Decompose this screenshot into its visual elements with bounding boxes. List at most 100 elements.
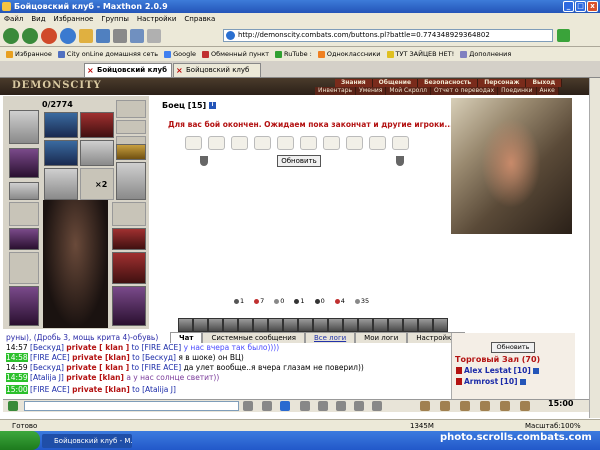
action-icon[interactable] <box>403 318 418 332</box>
action-icon[interactable] <box>343 318 358 332</box>
tool-icon[interactable] <box>318 401 328 411</box>
belt-slot[interactable] <box>9 228 39 250</box>
fav-item[interactable]: Избранное <box>6 50 52 58</box>
item-slot[interactable] <box>80 140 114 166</box>
address-bar[interactable]: http://demonscity.combats.com/buttons.pl… <box>223 29 553 42</box>
action-icon[interactable] <box>178 318 193 332</box>
tab-fightclub-2[interactable]: × Бойцовский клуб <box>173 63 261 77</box>
item-slot[interactable] <box>112 286 146 326</box>
fav-item[interactable]: Google <box>164 50 196 58</box>
action-icon[interactable] <box>298 318 313 332</box>
zoom-level[interactable]: Масштаб:100% <box>525 422 581 430</box>
action-icon[interactable] <box>418 318 433 332</box>
scroll-slot[interactable] <box>392 136 409 150</box>
fav-item[interactable]: Обменный пункт <box>202 50 269 58</box>
action-icon[interactable] <box>358 318 373 332</box>
fav-item[interactable]: Одноклассники <box>317 50 381 58</box>
menu-favorites[interactable]: Избранное <box>54 15 94 23</box>
refresh-button[interactable]: Обновить <box>277 155 321 167</box>
start-button[interactable] <box>0 431 40 450</box>
settings-icon[interactable] <box>147 28 161 43</box>
crossed-swords-icon[interactable] <box>116 100 146 118</box>
action-icon[interactable] <box>223 318 238 332</box>
action-icon[interactable] <box>283 318 298 332</box>
forward-icon[interactable] <box>22 27 38 44</box>
amulet-slot[interactable] <box>9 148 39 178</box>
weapon-slot[interactable] <box>44 168 78 200</box>
tool-icon[interactable] <box>354 401 364 411</box>
tool-icon[interactable] <box>336 401 346 411</box>
action-icon[interactable] <box>253 318 268 332</box>
tab-my-logs[interactable]: Мои логи <box>355 332 408 343</box>
item-slot[interactable] <box>112 202 146 226</box>
clear-icon[interactable] <box>243 401 253 411</box>
heart-scroll-icon[interactable] <box>185 136 202 150</box>
player-entry[interactable]: Alex Lestat [10] <box>456 366 539 375</box>
menu-groups[interactable]: Группы <box>101 15 129 23</box>
go-button[interactable] <box>557 29 570 42</box>
player-name[interactable]: Alex Lestat <box>464 366 511 375</box>
close-tab-icon[interactable]: × <box>87 66 94 75</box>
tool-icon[interactable] <box>372 401 382 411</box>
smile-icon[interactable] <box>262 401 272 411</box>
nav-transfer-report[interactable]: Отчет о переводах <box>431 87 499 95</box>
chat-nick[interactable]: [Бескуд] <box>30 363 64 372</box>
nav-exit[interactable]: Выход <box>526 79 563 87</box>
armor-slot[interactable] <box>9 202 39 226</box>
cancel-scroll-icon[interactable] <box>254 136 271 150</box>
menu-view[interactable]: Вид <box>31 15 45 23</box>
room-refresh-button[interactable]: Обновить <box>491 342 535 353</box>
chat-nick[interactable]: [Atalija J] <box>30 373 64 382</box>
item-slot[interactable] <box>44 140 78 166</box>
clock-icon[interactable] <box>130 28 144 43</box>
item-slot[interactable] <box>9 182 39 200</box>
tool-icon[interactable] <box>520 401 530 411</box>
chat-nick[interactable]: [FIRE ACE] <box>30 353 70 362</box>
action-icon[interactable] <box>313 318 328 332</box>
action-icon[interactable] <box>388 318 403 332</box>
tab-chat[interactable]: Чат <box>170 332 203 343</box>
info-icon[interactable] <box>532 367 539 374</box>
tool-icon[interactable] <box>500 401 510 411</box>
scroll-slot[interactable] <box>346 136 363 150</box>
nav-battles[interactable]: Поединки <box>498 87 537 95</box>
info-icon[interactable]: i <box>209 102 216 109</box>
scroll-slot[interactable] <box>231 136 248 150</box>
tool-icon[interactable] <box>440 401 450 411</box>
filter-icon[interactable] <box>300 401 310 411</box>
player-entry[interactable]: Armrost [10] <box>456 377 526 386</box>
item-slot[interactable] <box>44 112 78 138</box>
nav-inventory[interactable]: Инвентарь <box>315 87 357 95</box>
nav-profile[interactable]: Анке <box>536 87 559 95</box>
page-scrollbar[interactable] <box>589 78 600 418</box>
fav-item[interactable]: ТУТ ЗАЙЦЕВ НЕТ! <box>386 50 454 58</box>
maximize-button[interactable]: □ <box>575 1 586 12</box>
item-slot[interactable] <box>112 252 146 284</box>
scroll-slot[interactable] <box>323 136 340 150</box>
menu-settings[interactable]: Настройки <box>137 15 177 23</box>
item-slot[interactable] <box>116 120 146 134</box>
translit-icon[interactable] <box>280 401 290 411</box>
action-icon[interactable] <box>373 318 388 332</box>
heart-scroll-icon[interactable] <box>208 136 225 150</box>
nav-skills[interactable]: Умения <box>356 87 387 95</box>
fighter-name[interactable]: Боец <box>162 101 185 110</box>
nav-my-scroll[interactable]: Мой Скролл <box>386 87 432 95</box>
tool-icon[interactable] <box>420 401 430 411</box>
tool-icon[interactable] <box>460 401 470 411</box>
send-icon[interactable] <box>8 401 18 411</box>
shield-slot[interactable] <box>116 162 146 200</box>
scroll-slot[interactable] <box>277 136 294 150</box>
player-name[interactable]: Armrost <box>464 377 498 386</box>
close-tab-icon[interactable]: × <box>176 66 183 75</box>
item-slot[interactable] <box>112 228 146 250</box>
chat-nick[interactable]: [Бескуд] <box>30 343 64 352</box>
search-icon[interactable] <box>96 28 110 43</box>
tab-all-logs[interactable]: Все логи <box>305 332 356 343</box>
nav-knowledge[interactable]: Знания <box>335 79 373 87</box>
nav-character[interactable]: Персонаж <box>478 79 527 87</box>
scroll-slot[interactable] <box>369 136 386 150</box>
helmet-slot[interactable] <box>9 110 39 144</box>
action-icon[interactable] <box>268 318 283 332</box>
tab-system-messages[interactable]: Системные сообщения <box>202 332 305 343</box>
